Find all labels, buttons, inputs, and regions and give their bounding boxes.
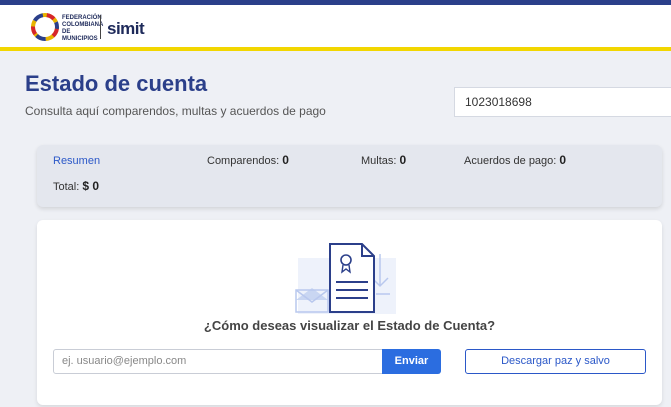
acuerdos-value: 0 <box>559 153 567 167</box>
export-question: ¿Cómo deseas visualizar el Estado de Cue… <box>203 318 496 333</box>
page-title: Estado de cuenta <box>25 71 208 96</box>
fcm-logo[interactable]: FEDERACIÓN COLOMBIANA DE MUNICIPIOS simi… <box>31 11 161 45</box>
download-paz-y-salvo-button[interactable]: Descargar paz y salvo <box>465 349 646 374</box>
multas-label: Multas: <box>361 155 397 167</box>
comparendos-value: 0 <box>282 153 289 167</box>
header: FEDERACIÓN COLOMBIANA DE MUNICIPIOS simi… <box>0 5 671 51</box>
page-subtitle: Consulta aquí comparendos, multas y acue… <box>25 104 326 118</box>
tab-resumen[interactable]: Resumen <box>53 155 100 167</box>
multas-value: 0 <box>399 153 407 167</box>
acuerdos-count: Acuerdos de pago: 0 <box>464 153 566 167</box>
summary-panel: Resumen Comparendos: 0 Multas: 0 Acuerdo… <box>37 145 662 207</box>
total-label: Total: <box>53 181 80 193</box>
email-input[interactable]: ej. usuario@ejemplo.com <box>53 349 383 374</box>
send-button[interactable]: Enviar <box>382 349 441 374</box>
document-illustration-icon <box>295 243 396 314</box>
document-search-input[interactable]: 1023018698 <box>454 87 671 117</box>
logo-divider <box>100 15 101 39</box>
multas-count: Multas: 0 <box>361 153 406 167</box>
fcm-emblem-icon <box>31 13 59 41</box>
comparendos-count: Comparendos: 0 <box>207 153 289 167</box>
simit-brand: simit <box>107 19 145 38</box>
total-value: $ 0 <box>82 179 100 193</box>
acuerdos-label: Acuerdos de pago: <box>464 155 557 167</box>
export-card: ¿Cómo deseas visualizar el Estado de Cue… <box>37 220 662 405</box>
comparendos-label: Comparendos: <box>207 155 280 167</box>
total-amount: Total: $ 0 <box>53 179 99 193</box>
